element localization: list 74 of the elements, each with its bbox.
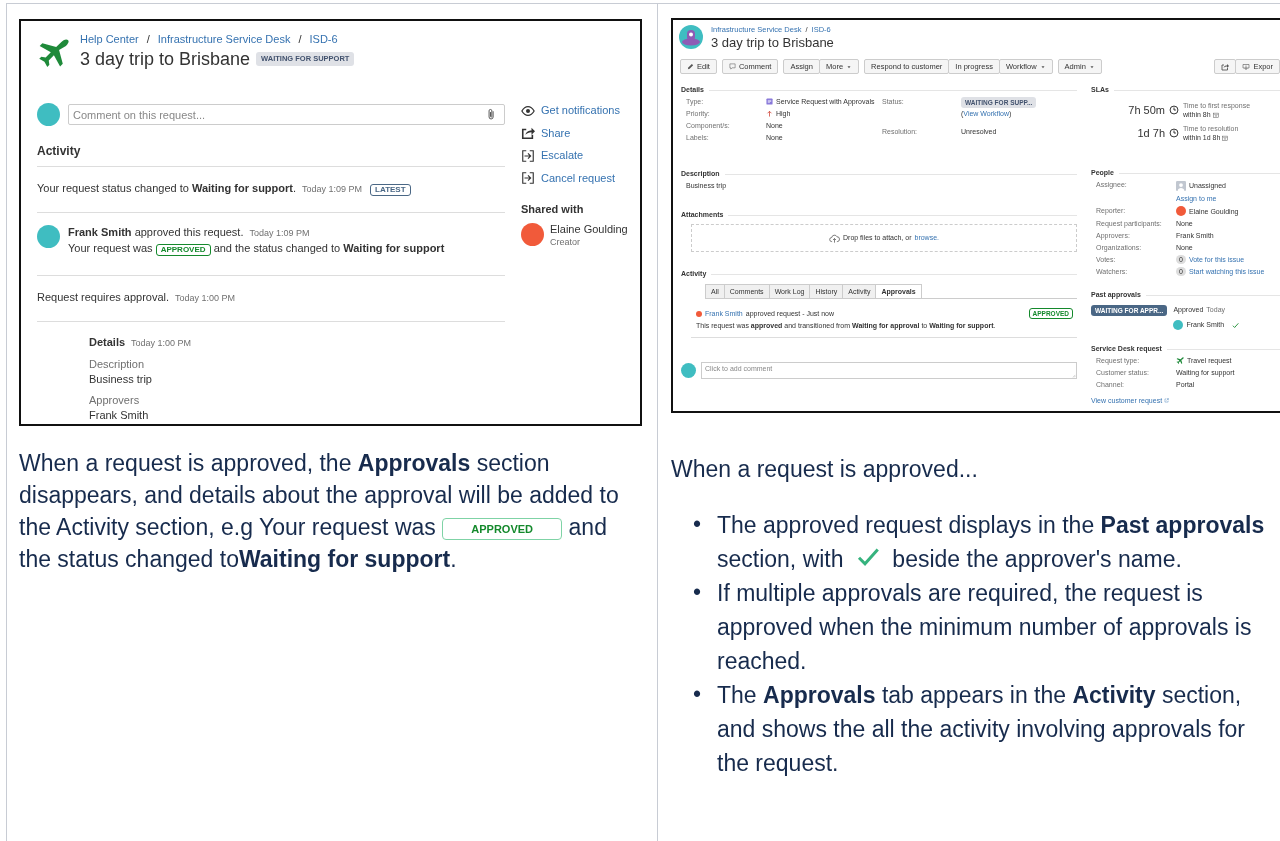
share-icon	[1221, 62, 1230, 71]
details-heading: Details	[89, 336, 126, 348]
breadcrumb-separator: /	[298, 32, 302, 47]
user-role: Creator	[550, 235, 582, 249]
section-heading: Shared with	[521, 202, 585, 215]
share-icon	[521, 126, 535, 140]
caption-paragraph: When a request is approved, the Approvals section disappears, and details about the approval will be added to the Activity section, e.g Your request was APPROVED and the status changed toWaiting for support.	[19, 449, 620, 574]
plane-icon	[1176, 357, 1184, 366]
user-avatar	[696, 311, 702, 317]
user-silhouette-icon	[1176, 180, 1186, 191]
action-link[interactable]: Get notifications	[541, 103, 620, 118]
user-avatar	[1176, 206, 1186, 217]
up-arrow-icon	[766, 110, 773, 117]
section-heading: Activity	[37, 144, 505, 167]
monitor-download-icon	[1242, 62, 1251, 71]
user-name: Elaine Goulding	[550, 222, 628, 236]
latest-badge: LATEST	[370, 184, 411, 196]
user-avatar	[521, 222, 544, 246]
action-link[interactable]: Cancel request	[541, 170, 615, 186]
request-type-icon	[766, 98, 773, 105]
calendar-icon	[1212, 111, 1219, 118]
bullet-text: If multiple approvals are required, the request is approved when the minimum number of approvals is reached.	[717, 579, 1253, 676]
comment-field[interactable]: Comment on this request...	[68, 104, 505, 125]
user-avatar	[37, 225, 60, 248]
cloud-upload-icon	[829, 232, 840, 244]
arrow-into-box-icon	[521, 148, 535, 163]
approved-badge: APPROVED	[155, 244, 211, 256]
sla-remaining: 7h 50m	[1127, 104, 1165, 116]
bullet-marker: •	[693, 578, 702, 607]
field-value: Business trip	[89, 372, 153, 387]
calendar-icon	[1222, 134, 1229, 141]
user-avatar	[681, 363, 696, 378]
user-avatar	[37, 103, 60, 126]
timestamp: Today 1:00 PM	[175, 293, 236, 303]
pencil-icon	[687, 63, 694, 70]
project-avatar-icon	[679, 25, 703, 49]
field-label: Description	[89, 357, 146, 372]
caret-icon	[846, 63, 853, 70]
field-value: Frank Smith	[89, 408, 150, 423]
breadcrumb-link[interactable]: Help Center	[80, 32, 139, 47]
request-title: 3 day trip to Brisbane	[80, 48, 251, 71]
bullet-text: The Approvals tab appears in the Activity section, and shows the all the activity involving approvals for the request.	[717, 681, 1246, 778]
action-link[interactable]: Share	[541, 125, 571, 141]
field-label: Approvers	[89, 393, 141, 408]
approved-badge: APPROVED	[442, 517, 563, 540]
eye-icon	[521, 103, 535, 118]
speech-bubble-icon	[728, 63, 736, 70]
timestamp: Today 1:09 PM	[249, 228, 310, 238]
clock-icon	[1169, 128, 1179, 138]
bullet-text: The approved request displays in the Past approvals section, with beside the approver's name.	[717, 511, 1266, 574]
sla-remaining: 1d 7h	[1136, 127, 1165, 139]
checkmark-icon	[1232, 321, 1240, 329]
issue-title: 3 day trip to Brisbane	[711, 35, 834, 51]
bullet-marker: •	[693, 680, 702, 709]
activity-text: Request requires approval.	[37, 291, 170, 303]
arrow-into-box-icon	[521, 171, 535, 185]
caret-icon	[1039, 63, 1046, 70]
caption-intro: When a request is approved...	[671, 455, 979, 484]
timestamp: Today 1:00 PM	[131, 338, 192, 348]
resize-grip-icon	[1071, 373, 1076, 378]
activity-text: Your request status changed to Waiting for support.	[37, 182, 297, 194]
breadcrumb-separator: /	[146, 32, 150, 47]
bullet-marker: •	[693, 510, 702, 539]
activity-text: Your request was APPROVED and the status changed to Waiting for support	[68, 241, 445, 256]
breadcrumb-link[interactable]: ISD-6	[309, 32, 338, 47]
action-link[interactable]: Escalate	[541, 148, 584, 163]
timestamp: Today 1:09 PM	[302, 184, 363, 194]
share-button[interactable]	[1214, 59, 1237, 74]
external-link-icon	[1164, 398, 1170, 404]
caret-icon	[1088, 63, 1095, 70]
clock-icon	[1169, 105, 1179, 115]
activity-text: Frank Smith approved this request.	[68, 226, 244, 238]
user-avatar	[1173, 320, 1184, 331]
breadcrumb-link[interactable]: Infrastructure Service Desk	[157, 32, 291, 47]
